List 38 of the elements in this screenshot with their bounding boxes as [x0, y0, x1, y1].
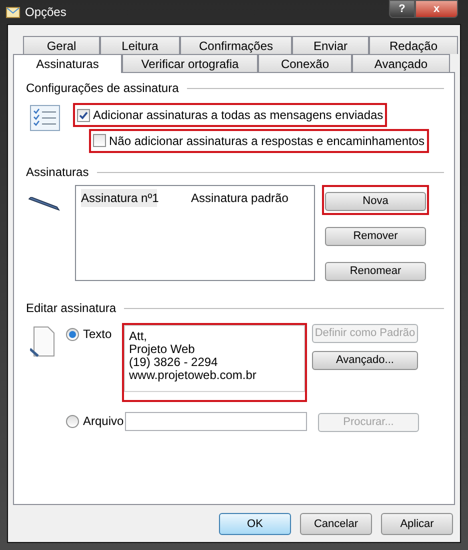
help-button[interactable]: ? — [389, 0, 415, 18]
window-title: Opções — [25, 4, 66, 21]
tab[interactable]: Leitura — [100, 36, 180, 54]
tab[interactable]: Avançado — [352, 54, 450, 72]
section-heading: Configurações de assinatura — [26, 80, 179, 97]
checkbox[interactable] — [93, 134, 106, 147]
dialog-button[interactable]: Aplicar — [381, 513, 453, 535]
action-button[interactable]: Remover — [325, 226, 426, 246]
tab[interactable]: Geral — [23, 36, 100, 54]
tab[interactable]: Verificar ortografia — [122, 54, 258, 72]
list-item-status: Assinatura padrão — [191, 190, 288, 207]
document-icon — [30, 326, 56, 358]
radio-button[interactable] — [66, 328, 79, 340]
side-button[interactable]: Avançado... — [312, 351, 418, 370]
checkbox-label: Não adicionar assinaturas a respostas e encaminhamentos — [109, 132, 425, 150]
tab[interactable]: Assinaturas — [13, 54, 122, 73]
tab[interactable]: Redação — [369, 36, 458, 54]
tab[interactable]: Conexão — [258, 54, 352, 72]
tab[interactable]: Enviar — [292, 36, 369, 54]
checkbox-label: Adicionar assinaturas a todas as mensagens enviadas — [93, 107, 384, 124]
section-heading: Editar assinatura — [26, 300, 116, 317]
section-heading: Assinaturas — [26, 164, 89, 181]
signature-text-field[interactable]: Att, Projeto Web (19) 3826 - 2294 www.projetoweb.com.br — [124, 325, 305, 392]
action-button[interactable]: Nova — [325, 192, 426, 211]
pen-icon — [28, 197, 60, 211]
checklist-icon — [30, 105, 60, 131]
file-path-field[interactable] — [125, 412, 307, 430]
list-item[interactable]: Assinatura nº1 — [81, 189, 157, 207]
radio-label: Arquivo — [83, 413, 124, 430]
checkmark-icon — [79, 110, 88, 120]
checkbox[interactable] — [77, 108, 90, 122]
action-button[interactable]: Renomear — [325, 262, 426, 281]
dialog-button[interactable]: Cancelar — [300, 513, 372, 535]
envelope-icon — [6, 6, 20, 18]
radio-label: Texto — [83, 326, 112, 343]
dialog-button[interactable]: OK — [219, 513, 291, 535]
radio-button[interactable] — [66, 414, 79, 428]
tab[interactable]: Confirmações — [180, 36, 292, 54]
